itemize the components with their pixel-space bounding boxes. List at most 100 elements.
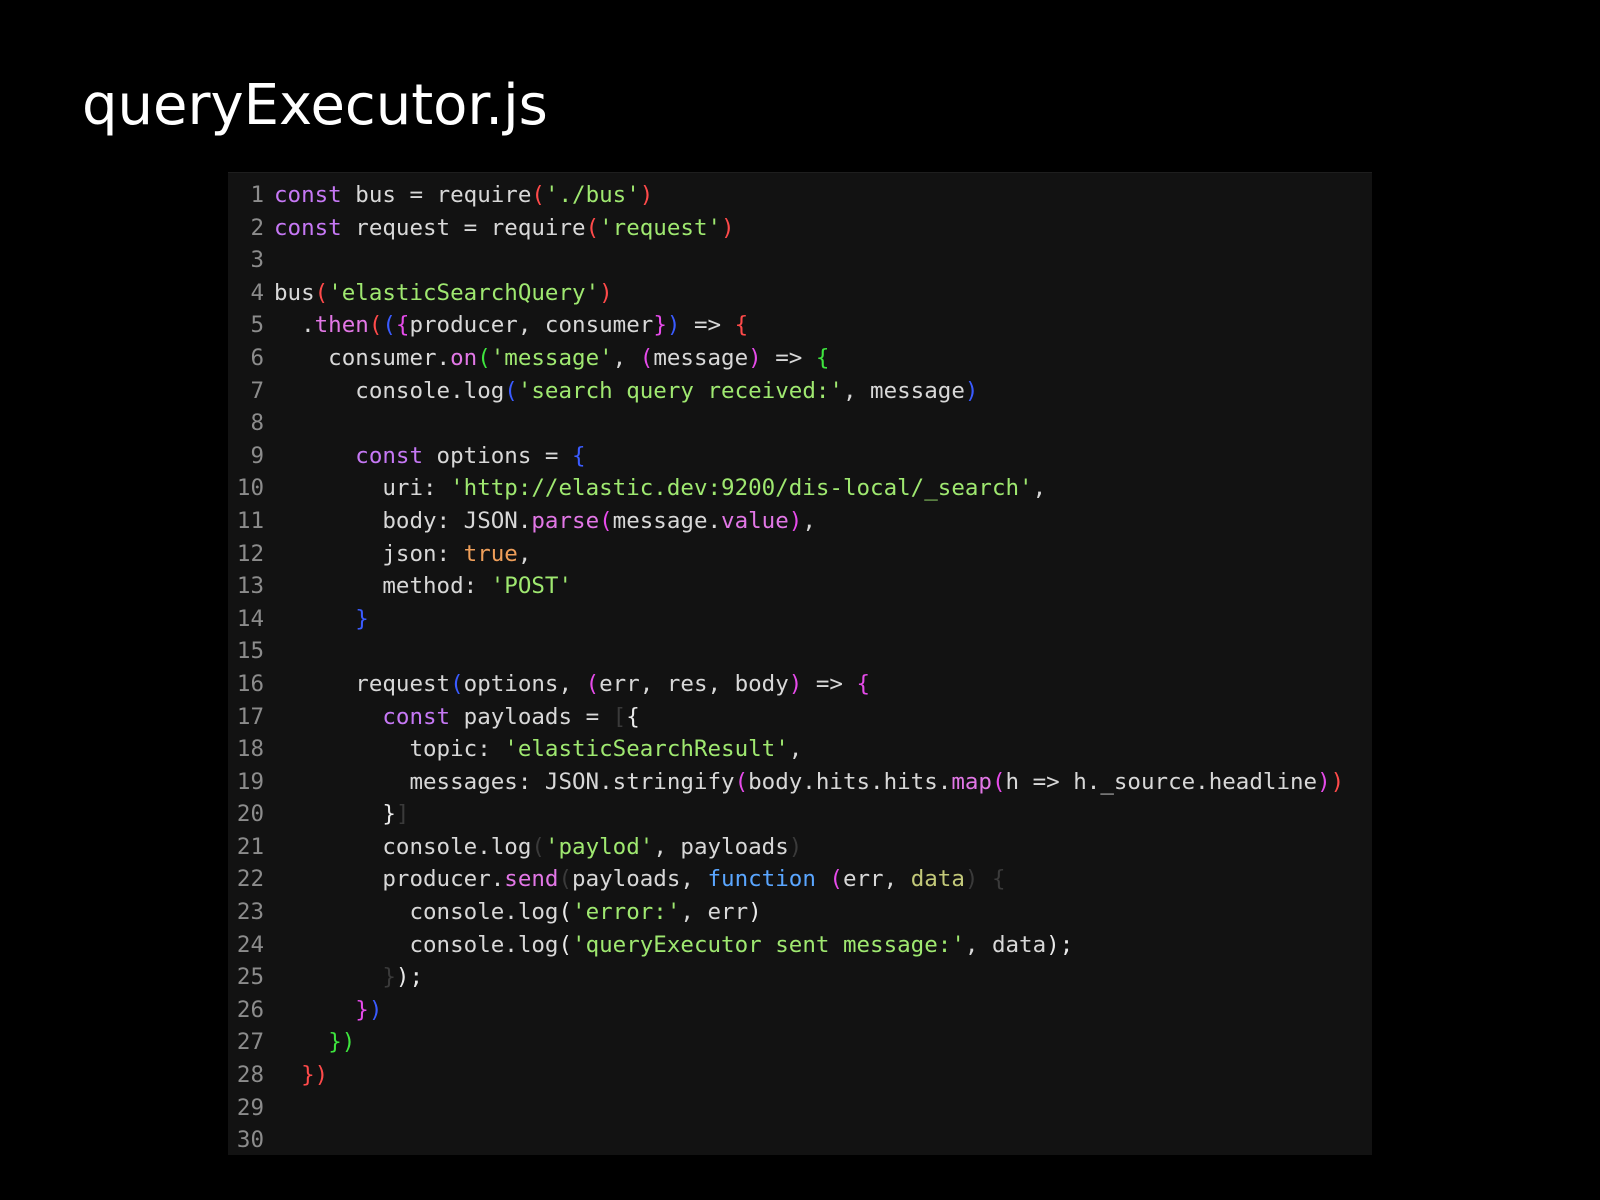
code-token: ( (734, 768, 749, 795)
code-line: 17 const payloads = [{ (228, 701, 1372, 734)
code-token: ) (748, 899, 762, 926)
code-token: body: JSON. (274, 507, 532, 534)
code-token: console. (274, 899, 518, 926)
code-token: ( (558, 899, 573, 926)
code-token: on (450, 344, 478, 371)
code-token: } (301, 1062, 315, 1089)
code-token: ( (585, 214, 600, 241)
code-token: { (572, 442, 586, 469)
code-line: 1 const bus = require('./bus') (228, 179, 1372, 212)
code-line: 14 } (228, 603, 1372, 636)
code-token: { (856, 670, 871, 697)
line-number: 27 (236, 1029, 264, 1056)
line-number: 17 (236, 703, 264, 730)
line-number: 28 (236, 1062, 264, 1089)
code-token: { (815, 344, 830, 371)
code-token: 'request' (599, 214, 722, 241)
line-number: 12 (236, 540, 264, 567)
code-token: request = (341, 214, 491, 241)
code-token: bus = (341, 182, 437, 208)
code-token: producer. (274, 866, 505, 893)
code-line: 19 messages: JSON.stringify(body.hits.hi… (228, 766, 1372, 799)
line-number: 1 (250, 182, 264, 208)
code-line: 6 consumer.on('message', (message) => { (228, 342, 1372, 375)
code-token: const (274, 214, 342, 241)
code-token: ) (788, 833, 803, 860)
code-line: 27 }) (228, 1026, 1372, 1059)
code-line: 24 console.log('queryExecutor sent messa… (228, 929, 1372, 962)
line-number: 10 (236, 475, 264, 502)
code-editor-panel[interactable]: 1 const bus = require('./bus') 2 const requ… (228, 172, 1372, 1155)
code-token: ) (368, 996, 383, 1023)
line-number: 26 (236, 996, 264, 1023)
code-token: message. (612, 507, 722, 534)
line-number: 29 (236, 1094, 264, 1121)
code-text: topic: 'elasticSearchResult', (274, 736, 802, 762)
code-text: messages: JSON.stringify(body.hits.hits.… (274, 769, 1344, 795)
line-number: 30 (236, 1127, 264, 1154)
line-number: 25 (236, 964, 264, 991)
code-token: ) (748, 344, 762, 371)
code-token: , data (964, 931, 1047, 958)
code-token: value (721, 507, 789, 534)
line-number: 5 (250, 312, 264, 339)
code-token: require (490, 214, 586, 241)
code-token: 'search query received:' (517, 377, 843, 404)
code-line: 15 (228, 635, 1372, 668)
code-token: ) (964, 866, 979, 893)
code-text: producer.send(payloads, function (err, d… (274, 866, 1005, 893)
code-token: ); (1046, 931, 1074, 958)
line-number: 22 (236, 866, 264, 893)
code-token: console. (274, 377, 464, 404)
line-number: 24 (236, 931, 264, 958)
line-number: 6 (250, 344, 264, 371)
code-token: ( (639, 344, 654, 371)
code-token: payloads = (450, 703, 613, 730)
code-token: err, res, body (599, 670, 789, 697)
code-token: log (517, 899, 559, 926)
code-text: method: 'POST' (274, 573, 572, 599)
code-token: './bus' (544, 182, 640, 208)
code-token: , err (680, 899, 749, 926)
code-text: .then(({producer, consumer}) => { (274, 312, 748, 338)
code-text: }) (274, 1062, 328, 1088)
code-token: , message (842, 377, 965, 404)
code-token: { (626, 703, 640, 730)
code-token: . (274, 312, 315, 339)
code-text: consumer.on('message', (message) => { (274, 345, 829, 371)
code-token: log (490, 833, 532, 860)
code-token: ) (788, 507, 803, 534)
code-token: ( (368, 312, 383, 339)
code-line: 3 (228, 244, 1372, 277)
code-token: , (788, 736, 803, 763)
code-token: , payloads (653, 833, 789, 860)
code-token: messages: JSON. (274, 768, 613, 795)
code-token: } (355, 605, 369, 632)
code-text: const request = require('request') (274, 215, 735, 241)
line-number: 3 (250, 247, 264, 274)
code-line: 13 method: 'POST' (228, 570, 1372, 603)
code-token: message (653, 344, 749, 371)
code-token: parse (531, 507, 600, 534)
code-line: 30 (228, 1124, 1372, 1157)
code-token: ) (341, 1029, 356, 1056)
code-token: ( (531, 182, 545, 208)
code-line: 7 console.log('search query received:', … (228, 375, 1372, 408)
code-token: err, (842, 866, 911, 893)
code-line: 28 }) (228, 1059, 1372, 1092)
code-line: 16 request(options, (err, res, body) => … (228, 668, 1372, 701)
code-token: } (382, 964, 396, 991)
code-token: ( (477, 344, 491, 371)
code-token: , (517, 540, 532, 567)
code-token: ) (1330, 768, 1345, 795)
code-token: ( (558, 866, 573, 893)
code-token: , (612, 344, 640, 371)
code-token: ( (450, 670, 464, 697)
code-token: } (653, 312, 667, 339)
code-line: 25 }); (228, 961, 1372, 994)
code-token: => (761, 344, 816, 371)
code-text: const payloads = [{ (274, 703, 640, 730)
code-line: 18 topic: 'elasticSearchResult', (228, 733, 1372, 766)
code-token: request (274, 670, 451, 697)
